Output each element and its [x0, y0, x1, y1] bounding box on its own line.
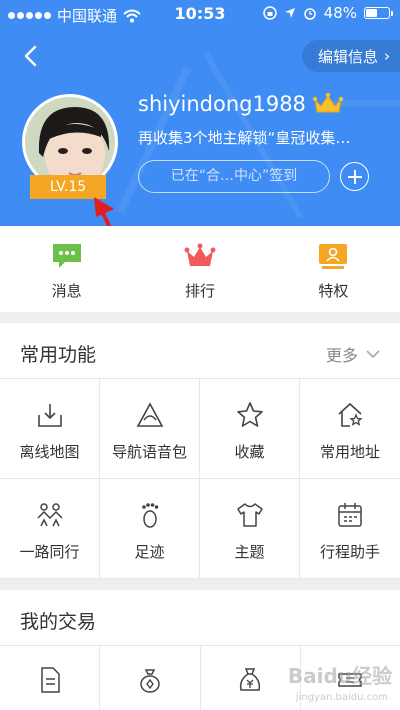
unlock-hint[interactable]: 再收集3个地主解锁“皇冠收集…: [138, 127, 388, 148]
function-common-address[interactable]: 常用地址: [300, 379, 400, 479]
back-button[interactable]: [20, 44, 44, 68]
quick-tab-label: 排行: [184, 282, 215, 300]
chevron-right-icon: ›: [384, 47, 390, 65]
function-label: 离线地图: [19, 443, 80, 461]
edit-info-button[interactable]: 编辑信息 ›: [302, 40, 400, 72]
edit-info-label: 编辑信息: [317, 47, 378, 66]
section-title: 常用功能: [20, 344, 97, 366]
function-theme[interactable]: 主题: [200, 479, 300, 579]
my-trades-header: 我的交易: [0, 590, 400, 646]
function-favorites[interactable]: 收藏: [200, 379, 300, 479]
companions-icon: [36, 503, 63, 527]
location-icon: [284, 8, 295, 18]
quick-tab-label: 消息: [51, 282, 82, 300]
quick-tabs: 消息 排行 特权: [0, 226, 400, 312]
function-label: 常用地址: [319, 443, 380, 461]
footprint-icon: [141, 503, 158, 528]
chevron-down-icon: [366, 350, 380, 359]
message-icon: [52, 244, 81, 268]
username: shiyindong1988: [138, 92, 306, 116]
function-label: 主题: [234, 543, 265, 561]
quick-tab-label: 特权: [318, 282, 349, 300]
common-functions-grid: 离线地图 导航语音包 收藏 常用地址 一路同行 足迹 主题 行程助手: [0, 379, 400, 579]
watermark: Baidu经验: [287, 664, 392, 688]
home-star-icon: [338, 402, 363, 427]
function-label: 导航语音包: [111, 443, 187, 461]
checkin-status[interactable]: 已在“合…中心”签到: [138, 160, 330, 193]
battery-icon: [364, 7, 393, 19]
trade-coins[interactable]: [100, 646, 201, 710]
function-voice-pack[interactable]: 导航语音包: [100, 379, 200, 479]
trade-wallet[interactable]: [201, 646, 301, 710]
common-functions-header: 常用功能 更多: [0, 323, 400, 379]
money-bag-icon: [240, 668, 261, 691]
section-title: 我的交易: [20, 611, 97, 633]
star-icon: [236, 402, 263, 427]
quick-tab-privilege[interactable]: 特权: [267, 226, 400, 312]
crown-icon: [184, 243, 216, 266]
function-offline-map[interactable]: 离线地图: [0, 379, 100, 479]
add-checkin-button[interactable]: [340, 162, 369, 191]
quick-tab-messages[interactable]: 消息: [0, 226, 133, 312]
function-footprint[interactable]: 足迹: [100, 479, 200, 579]
function-trip-assistant[interactable]: 行程助手: [300, 479, 400, 579]
privilege-icon: [319, 244, 348, 269]
function-label: 行程助手: [319, 543, 380, 561]
battery-percent: 48%: [323, 4, 357, 22]
watermark-url: jingyan.baidu.com: [295, 692, 388, 703]
document-icon: [40, 667, 60, 693]
tshirt-icon: [236, 503, 263, 527]
function-label: 足迹: [134, 543, 165, 561]
function-label: 一路同行: [19, 543, 80, 561]
function-label: 收藏: [234, 443, 265, 461]
profile-header: 中国联通 10:53 48% 编辑信息 › LV.15 shiyindong19…: [0, 0, 400, 226]
more-button[interactable]: 更多: [326, 342, 380, 366]
calendar-icon: [338, 503, 362, 527]
trade-orders[interactable]: [0, 646, 101, 710]
voice-pack-icon: [136, 402, 163, 427]
coin-bag-icon: [140, 669, 160, 693]
rotation-lock-icon: [262, 6, 277, 20]
more-label: 更多: [325, 346, 358, 365]
alarm-icon: [303, 8, 316, 20]
status-bar: 中国联通 10:53 48%: [0, 0, 400, 28]
function-companions[interactable]: 一路同行: [0, 479, 100, 579]
quick-tab-ranking[interactable]: 排行: [133, 226, 266, 312]
offline-map-icon: [37, 404, 62, 427]
crown-icon[interactable]: [312, 92, 344, 116]
